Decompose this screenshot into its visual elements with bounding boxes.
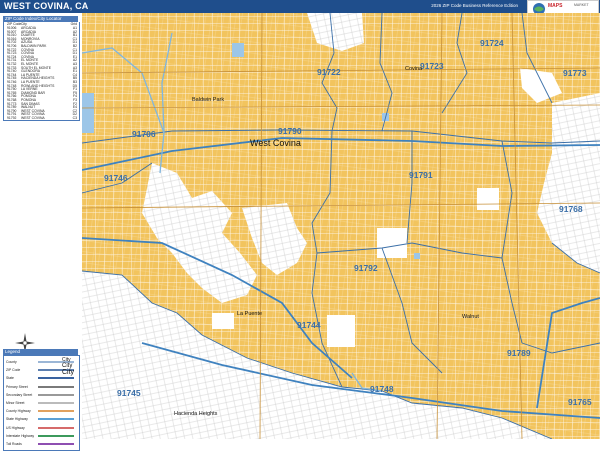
legend-label: State Highway bbox=[6, 417, 28, 422]
zip-label: 91746 bbox=[104, 173, 128, 183]
zip-label: 91790 bbox=[278, 126, 302, 136]
legend-row: Toll Roads bbox=[6, 440, 77, 448]
zip-label: 91745 bbox=[117, 388, 141, 398]
legend-label: US Highway bbox=[6, 425, 25, 430]
map-title: WEST COVINA, CA bbox=[4, 1, 89, 11]
zip-label: 91792 bbox=[354, 263, 378, 273]
map-edition: 2026 ZIP Code Business Reference Edition bbox=[431, 3, 518, 8]
zip-label: 91723 bbox=[420, 61, 444, 71]
legend-symbol bbox=[38, 443, 74, 445]
legend-row: Minor Street bbox=[6, 399, 77, 407]
map-canvas[interactable]: 91722 91723 91724 91773 91706 91790 91791 91746… bbox=[81, 12, 600, 440]
city-label: Walnut bbox=[462, 314, 479, 320]
legend-symbol bbox=[38, 426, 74, 429]
zip-label: 91706 bbox=[132, 129, 156, 139]
legend-label: Secondary Street bbox=[6, 392, 33, 397]
legend-row: US Highway bbox=[6, 424, 77, 432]
zip-label: 91791 bbox=[409, 170, 433, 180]
legend-row: Primary Street bbox=[6, 383, 77, 391]
zip-index-city: WEST COVINA bbox=[21, 116, 45, 120]
legend-symbol bbox=[38, 434, 74, 437]
zip-index-grid: C3 bbox=[72, 116, 77, 120]
legend-symbol bbox=[38, 410, 74, 413]
legend-label: County Highway bbox=[6, 409, 31, 414]
zip-index-zip: 91792 bbox=[7, 116, 17, 120]
zip-label: 91789 bbox=[507, 348, 531, 358]
legend: County ZIP Code State Primary Street Seconda… bbox=[3, 355, 80, 451]
legend-label: County bbox=[6, 360, 17, 364]
legend-label: Minor Street bbox=[6, 401, 25, 405]
legend-city-sample: City bbox=[62, 369, 75, 376]
zip-label: 91773 bbox=[563, 68, 587, 78]
legend-row: Secondary Street bbox=[6, 391, 77, 399]
legend-label: ZIP Code bbox=[6, 368, 21, 373]
zip-label: 91724 bbox=[480, 38, 504, 48]
zip-label: 91748 bbox=[370, 384, 394, 394]
city-label: Hacienda Heights bbox=[174, 411, 218, 417]
legend-symbol bbox=[38, 393, 74, 396]
legend-label: Toll Roads bbox=[6, 442, 22, 446]
logo-sub: MARKET bbox=[574, 3, 589, 7]
legend-label: Interstate Highway bbox=[6, 433, 35, 438]
logo-brand: MAPS bbox=[548, 3, 563, 9]
zip-index-row: 91792 WEST COVINA C3 bbox=[7, 116, 77, 121]
legend-label: State bbox=[6, 376, 14, 381]
legend-row: County Highway bbox=[6, 407, 77, 415]
zip-label: 91765 bbox=[568, 397, 592, 407]
sidebar: ZIP Code Index/City Locator ZIP Code City… bbox=[0, 13, 83, 451]
map-header: WEST COVINA, CA 2026 ZIP Code Business R… bbox=[0, 0, 600, 13]
legend-label: Primary Street bbox=[6, 384, 28, 389]
zip-index-table: ZIP Code City Grid 91006 ARCADIA A1 91007 ARCAD… bbox=[3, 22, 80, 121]
city-label: West Covina bbox=[250, 138, 301, 148]
zip-label: 91722 bbox=[317, 67, 341, 77]
legend-symbol bbox=[38, 377, 74, 380]
legend-row: State Highway bbox=[6, 415, 77, 423]
city-label: Baldwin Park bbox=[192, 97, 224, 103]
legend-symbol bbox=[38, 418, 74, 421]
legend-symbol bbox=[38, 402, 74, 404]
legend-symbol bbox=[38, 385, 74, 388]
lake bbox=[232, 43, 244, 57]
city-label: La Puente bbox=[237, 311, 262, 317]
zip-label: 91768 bbox=[559, 204, 583, 214]
city-label: Covina bbox=[405, 66, 423, 72]
zip-label: 91744 bbox=[297, 320, 321, 330]
